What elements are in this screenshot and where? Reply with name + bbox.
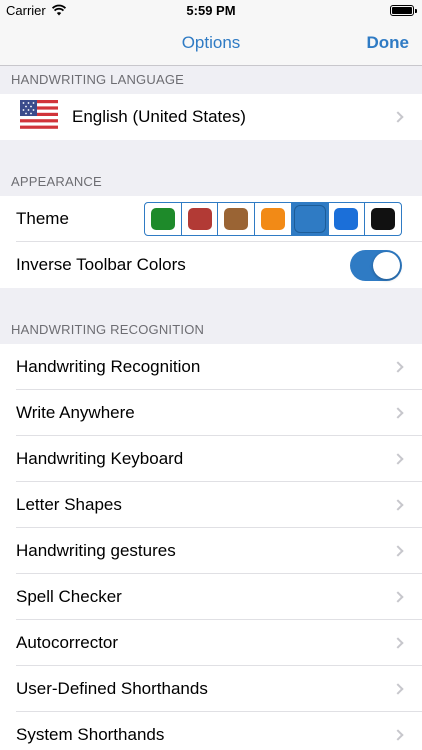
chevron-right-icon	[392, 111, 404, 123]
recognition-item-label: User-Defined Shorthands	[16, 679, 208, 698]
theme-swatch-2[interactable]	[182, 203, 219, 235]
theme-swatch-color	[371, 208, 396, 230]
language-label: English (United States)	[72, 107, 246, 126]
toggle-knob	[373, 252, 400, 279]
chevron-right-icon	[392, 361, 404, 373]
status-time: 5:59 PM	[186, 3, 236, 18]
theme-swatch-color	[224, 208, 249, 230]
recognition-item-label: System Shorthands	[16, 725, 165, 744]
status-bar: Carrier 5:59 PM	[0, 0, 422, 22]
theme-swatch-6[interactable]	[329, 203, 366, 235]
language-row[interactable]: English (United States)	[0, 94, 422, 140]
theme-swatch-5[interactable]	[291, 203, 329, 235]
chevron-right-icon	[392, 453, 404, 465]
recognition-item-label: Letter Shapes	[16, 495, 122, 514]
theme-swatch-3[interactable]	[218, 203, 256, 235]
theme-label: Theme	[16, 209, 69, 228]
chevron-right-icon	[392, 545, 404, 557]
theme-swatch-color	[187, 208, 212, 230]
inverse-toolbar-row: Inverse Toolbar Colors	[0, 242, 422, 288]
section-header-appearance: APPEARANCE	[11, 174, 102, 189]
chevron-right-icon	[392, 729, 404, 741]
recognition-item-row[interactable]: System Shorthands	[0, 712, 422, 750]
recognition-item-row[interactable]: Spell Checker	[0, 574, 422, 620]
chevron-right-icon	[392, 683, 404, 695]
theme-swatch-color	[150, 208, 175, 230]
page-title: Options	[181, 33, 241, 52]
recognition-item-label: Autocorrector	[16, 633, 119, 652]
theme-swatch-4[interactable]	[255, 203, 292, 235]
recognition-item-row[interactable]: Handwriting Keyboard	[0, 436, 422, 482]
battery-icon	[390, 5, 417, 16]
recognition-item-row[interactable]: Write Anywhere	[0, 390, 422, 436]
chevron-right-icon	[392, 407, 404, 419]
recognition-item-row[interactable]: Handwriting Recognition	[0, 344, 422, 390]
recognition-item-label: Spell Checker	[16, 587, 122, 606]
recognition-item-label: Handwriting gestures	[16, 541, 176, 560]
section-header-recognition: HANDWRITING RECOGNITION	[11, 322, 205, 337]
chevron-right-icon	[392, 499, 404, 511]
recognition-item-label: Write Anywhere	[16, 403, 135, 422]
navigation-bar: Options Done	[0, 22, 422, 66]
recognition-item-label: Handwriting Recognition	[16, 357, 201, 376]
theme-swatch-1[interactable]	[145, 203, 182, 235]
recognition-item-row[interactable]: Handwriting gestures	[0, 528, 422, 574]
theme-swatch-color	[294, 206, 325, 232]
inverse-toolbar-toggle[interactable]	[350, 250, 402, 281]
section-header-language: HANDWRITING LANGUAGE	[11, 72, 185, 87]
recognition-item-label: Handwriting Keyboard	[16, 449, 184, 468]
theme-color-picker	[144, 202, 402, 236]
theme-swatch-color	[261, 208, 286, 230]
recognition-item-row[interactable]: Letter Shapes	[0, 482, 422, 528]
recognition-item-row[interactable]: Autocorrector	[0, 620, 422, 666]
us-flag-icon	[20, 100, 58, 132]
theme-swatch-color	[334, 208, 359, 230]
theme-swatch-7[interactable]	[365, 203, 401, 235]
recognition-item-row[interactable]: User-Defined Shorthands	[0, 666, 422, 712]
chevron-right-icon	[392, 637, 404, 649]
chevron-right-icon	[392, 591, 404, 603]
done-button[interactable]: Done	[367, 33, 410, 53]
inverse-toolbar-label: Inverse Toolbar Colors	[16, 255, 186, 274]
